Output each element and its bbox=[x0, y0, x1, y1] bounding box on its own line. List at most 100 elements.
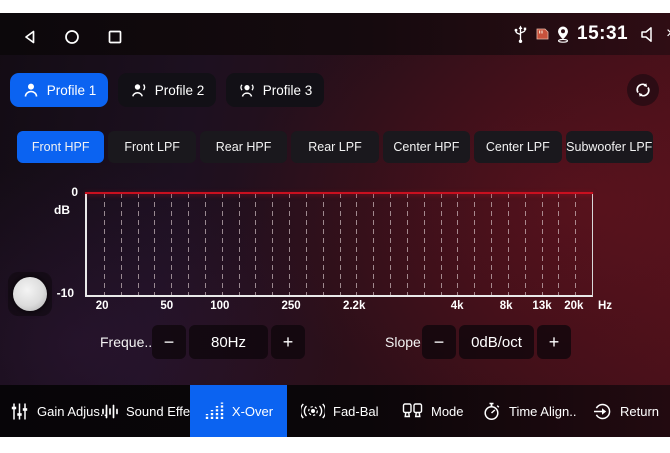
tab-profile-1[interactable]: Profile 1 bbox=[10, 73, 108, 107]
tab-rear-lpf[interactable]: Rear LPF bbox=[291, 131, 378, 163]
nav-label: X-Over bbox=[232, 404, 273, 419]
chart-gridline bbox=[474, 193, 475, 295]
crossover-filter-tabs: Front HPF Front LPF Rear HPF Rear LPF Ce… bbox=[17, 131, 653, 163]
y-axis-label-db: dB bbox=[46, 203, 70, 217]
nav-label: Sound Effe.. bbox=[126, 404, 197, 419]
frequency-value: 80Hz bbox=[189, 325, 268, 359]
slope-label: Slope bbox=[385, 325, 421, 359]
chart-gridline bbox=[255, 193, 256, 295]
reset-button[interactable] bbox=[627, 74, 659, 106]
tab-profile-3[interactable]: Profile 3 bbox=[226, 73, 324, 107]
y-axis-tick-neg10: -10 bbox=[50, 286, 74, 300]
response-curve bbox=[85, 192, 593, 194]
return-icon bbox=[593, 402, 612, 421]
nav-sound-effect[interactable]: Sound Effe.. bbox=[101, 385, 197, 437]
recents-icon[interactable] bbox=[107, 29, 123, 45]
slope-increase-button[interactable]: + bbox=[537, 325, 571, 359]
chart-gridline bbox=[373, 193, 374, 295]
frequency-decrease-button[interactable]: − bbox=[152, 325, 186, 359]
nav-gain-adjust[interactable]: Gain Adjus.. bbox=[10, 385, 107, 437]
chart-gridline bbox=[508, 193, 509, 295]
y-axis-tick-0: 0 bbox=[54, 185, 78, 199]
chart-gridline bbox=[558, 193, 559, 295]
nav-label: Return bbox=[620, 404, 659, 419]
nav-return[interactable]: Return bbox=[593, 385, 659, 437]
tab-front-lpf[interactable]: Front LPF bbox=[108, 131, 195, 163]
x-axis-tick: 250 bbox=[281, 300, 300, 312]
volume-muted-icon bbox=[640, 26, 658, 43]
chart-gridline bbox=[205, 193, 206, 295]
slope-decrease-button[interactable]: − bbox=[422, 325, 456, 359]
chart-gridline bbox=[222, 193, 223, 295]
chart-gridline bbox=[542, 193, 543, 295]
x-axis-tick: 20 bbox=[96, 300, 109, 312]
slope-value: 0dB/oct bbox=[459, 325, 534, 359]
x-axis-unit: Hz bbox=[598, 300, 612, 312]
screenshot-stage: 15:31 ×0 Profile 1 bbox=[0, 0, 670, 453]
chart-gridline bbox=[441, 193, 442, 295]
frequency-increase-button[interactable]: + bbox=[271, 325, 305, 359]
chart-gridline bbox=[457, 193, 458, 295]
nav-fad-bal[interactable]: Fad-Bal bbox=[301, 385, 379, 437]
knob-circle[interactable] bbox=[13, 277, 47, 311]
chart-gridline bbox=[306, 193, 307, 295]
headunit-screen: 15:31 ×0 Profile 1 bbox=[0, 13, 670, 437]
chart-gridline bbox=[272, 193, 273, 295]
home-icon[interactable] bbox=[64, 29, 80, 45]
chart-gridline bbox=[121, 193, 122, 295]
tab-subwoofer-lpf[interactable]: Subwoofer LPF bbox=[566, 131, 653, 163]
chart-gridline bbox=[171, 193, 172, 295]
nav-mode[interactable]: Mode bbox=[402, 385, 464, 437]
chart-gridline bbox=[525, 193, 526, 295]
x-axis-tick: 100 bbox=[210, 300, 229, 312]
tab-profile-2[interactable]: Profile 2 bbox=[118, 73, 216, 107]
chart-gridline bbox=[323, 193, 324, 295]
gain-sliders-icon bbox=[10, 402, 29, 421]
tab-center-lpf[interactable]: Center LPF bbox=[474, 131, 561, 163]
chart-gridline bbox=[407, 193, 408, 295]
chart-gridline bbox=[424, 193, 425, 295]
chart-gridline bbox=[239, 193, 240, 295]
bottom-nav-bar: Gain Adjus.. Sound Effe.. bbox=[0, 385, 670, 437]
usb-icon bbox=[512, 25, 529, 44]
profile-label: Profile 1 bbox=[47, 83, 97, 98]
location-icon bbox=[555, 25, 571, 43]
volume-level: ×0 bbox=[666, 25, 670, 43]
refresh-icon bbox=[633, 80, 653, 100]
chart-gridline bbox=[390, 193, 391, 295]
profile-switch-icon bbox=[130, 81, 148, 99]
x-axis-tick: 8k bbox=[500, 300, 513, 312]
x-axis-tick: 4k bbox=[451, 300, 464, 312]
nav-label: Mode bbox=[431, 404, 464, 419]
chart-gridline bbox=[356, 193, 357, 295]
volume-knob[interactable] bbox=[8, 272, 52, 316]
profile-group-icon bbox=[238, 81, 256, 99]
chart-gridline bbox=[138, 193, 139, 295]
chart-gridline bbox=[154, 193, 155, 295]
chart-gridline bbox=[289, 193, 290, 295]
x-axis-tick: 50 bbox=[160, 300, 173, 312]
clock-time: 15:31 bbox=[577, 23, 628, 45]
status-bar: 15:31 ×0 bbox=[0, 13, 670, 55]
nav-label: Time Align.. bbox=[509, 404, 576, 419]
tab-rear-hpf[interactable]: Rear HPF bbox=[200, 131, 287, 163]
chart-gridline bbox=[188, 193, 189, 295]
x-axis-tick: 13k bbox=[532, 300, 551, 312]
sound-effect-icon bbox=[101, 402, 118, 421]
tab-front-hpf[interactable]: Front HPF bbox=[17, 131, 104, 163]
frequency-response-plot bbox=[85, 192, 593, 297]
speaker-mode-icon bbox=[402, 402, 423, 420]
fader-balance-icon bbox=[301, 402, 325, 420]
profile-label: Profile 2 bbox=[155, 83, 205, 98]
crossover-icon bbox=[204, 402, 224, 420]
tab-center-hpf[interactable]: Center HPF bbox=[383, 131, 470, 163]
nav-label: Fad-Bal bbox=[333, 404, 379, 419]
x-axis-tick: 2.2k bbox=[343, 300, 365, 312]
nav-time-align[interactable]: Time Align.. bbox=[482, 385, 576, 437]
chart-gridline bbox=[491, 193, 492, 295]
chart-gridline bbox=[575, 193, 576, 295]
chart-gridline bbox=[340, 193, 341, 295]
back-icon[interactable] bbox=[22, 29, 38, 45]
profile-person-icon bbox=[22, 81, 40, 99]
nav-x-over[interactable]: X-Over bbox=[190, 385, 287, 437]
